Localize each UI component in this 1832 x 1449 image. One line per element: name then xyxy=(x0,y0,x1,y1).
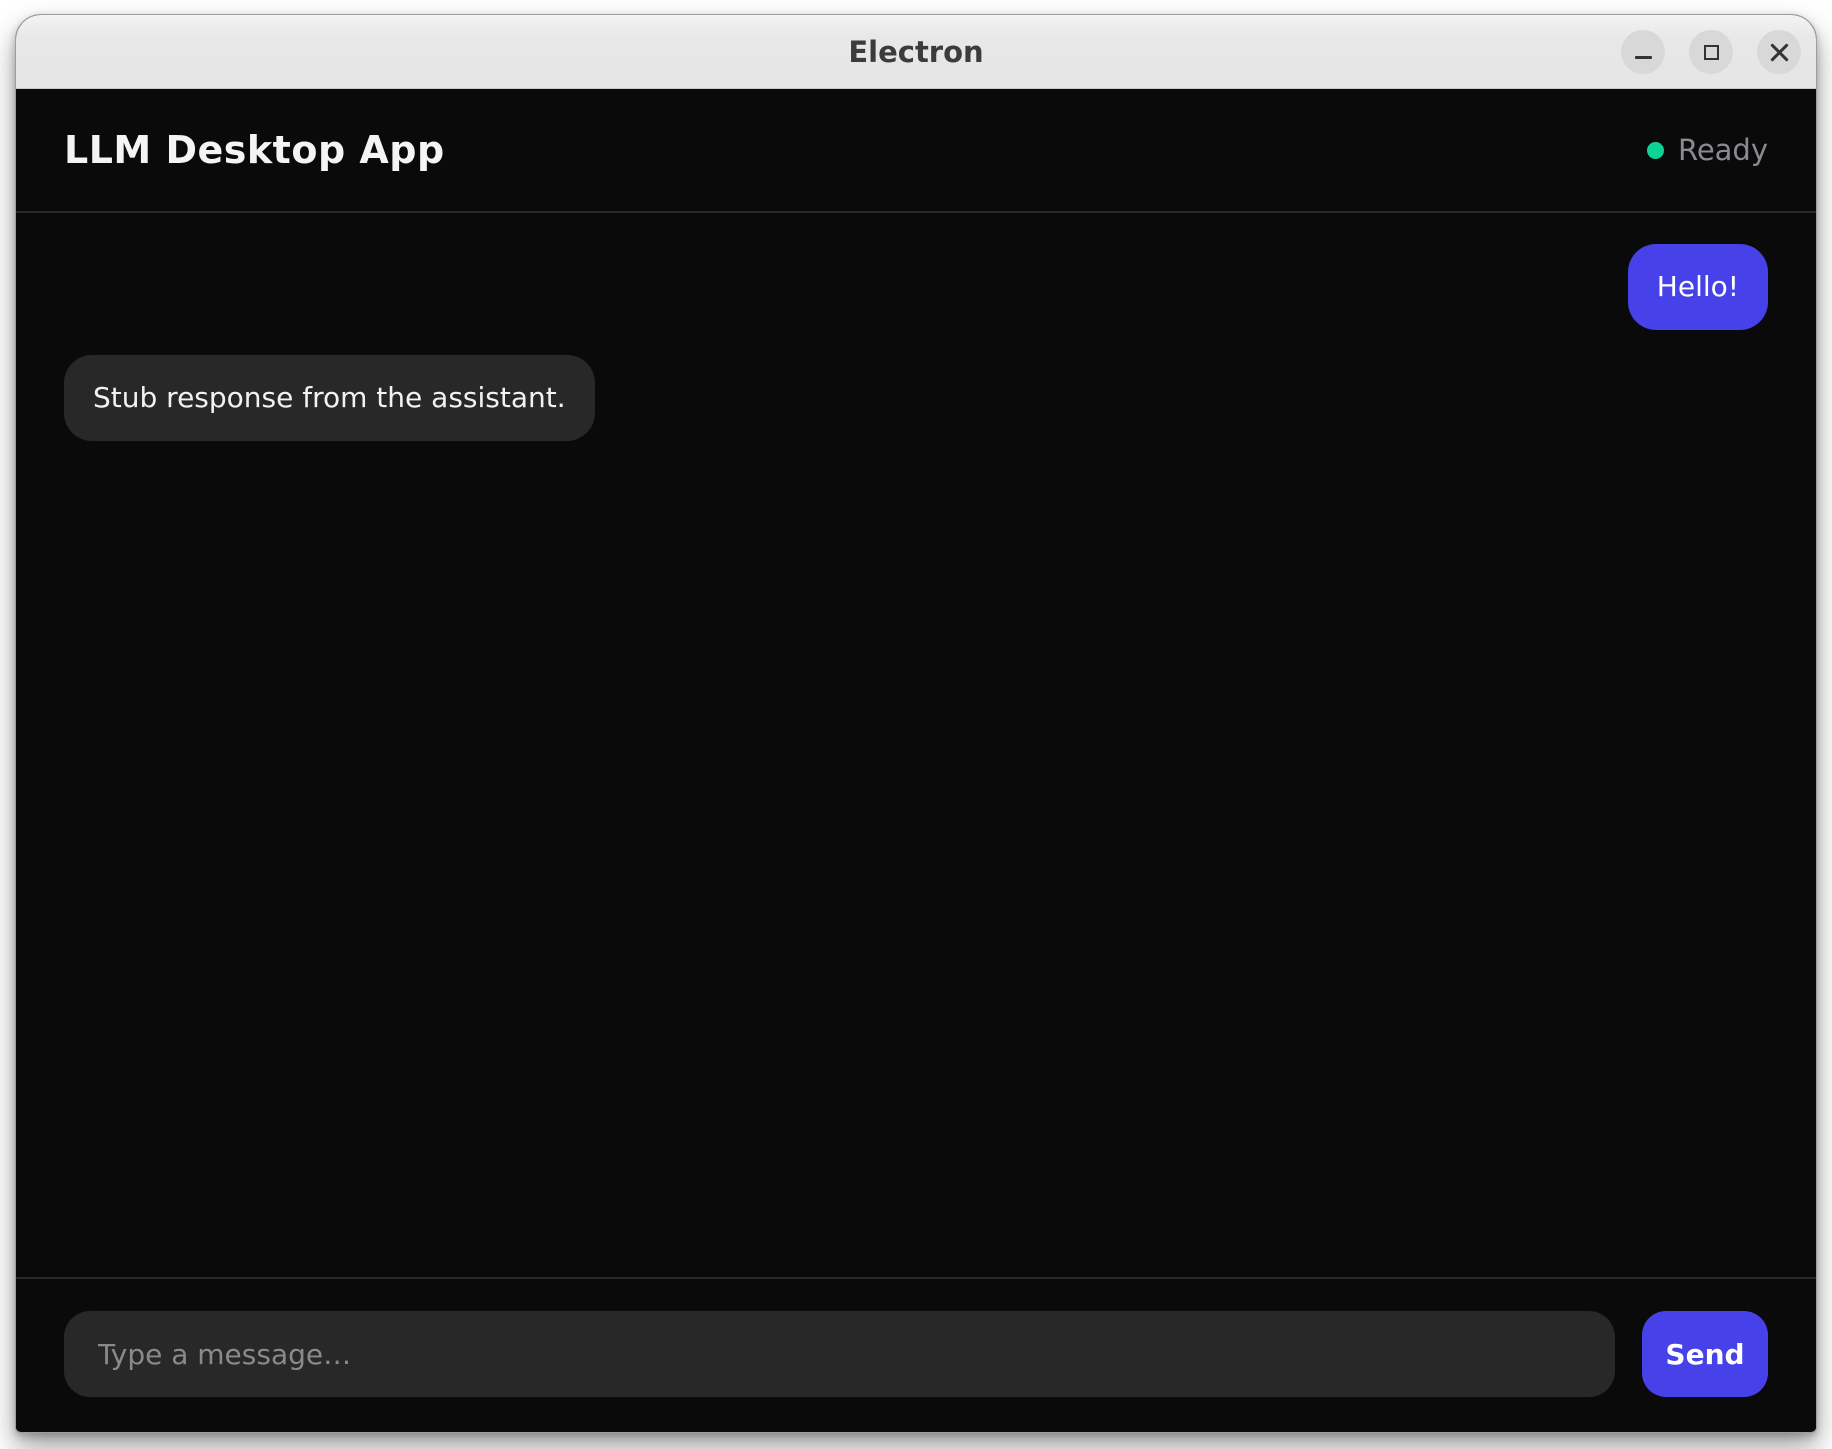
user-message-bubble: Hello! xyxy=(1628,244,1768,330)
minimize-button[interactable] xyxy=(1621,30,1665,74)
status-indicator: Ready xyxy=(1647,133,1768,167)
message-row-user: Hello! xyxy=(64,244,1768,330)
status-dot-icon xyxy=(1647,142,1664,159)
app-header: LLM Desktop App Ready xyxy=(16,89,1816,213)
maximize-button[interactable] xyxy=(1689,30,1733,74)
maximize-icon xyxy=(1704,45,1719,60)
status-label: Ready xyxy=(1678,133,1768,167)
assistant-message-bubble: Stub response from the assistant. xyxy=(64,355,595,441)
message-input[interactable] xyxy=(64,1311,1615,1397)
window-title: Electron xyxy=(16,15,1816,89)
chat-message-list[interactable]: Hello! Stub response from the assistant. xyxy=(16,213,1816,1277)
window-titlebar[interactable]: Electron xyxy=(16,15,1816,89)
page-title: LLM Desktop App xyxy=(64,128,445,172)
app-window: Electron LLM Desktop App Ready Hello! xyxy=(15,14,1817,1433)
minimize-icon xyxy=(1635,56,1652,59)
close-button[interactable] xyxy=(1757,30,1801,74)
composer-bar: Send xyxy=(16,1277,1816,1431)
send-button[interactable]: Send xyxy=(1642,1311,1768,1397)
window-controls xyxy=(1621,15,1801,89)
message-row-assistant: Stub response from the assistant. xyxy=(64,355,1768,441)
app-content: LLM Desktop App Ready Hello! Stub respon… xyxy=(16,89,1816,1431)
close-icon xyxy=(1769,42,1790,63)
